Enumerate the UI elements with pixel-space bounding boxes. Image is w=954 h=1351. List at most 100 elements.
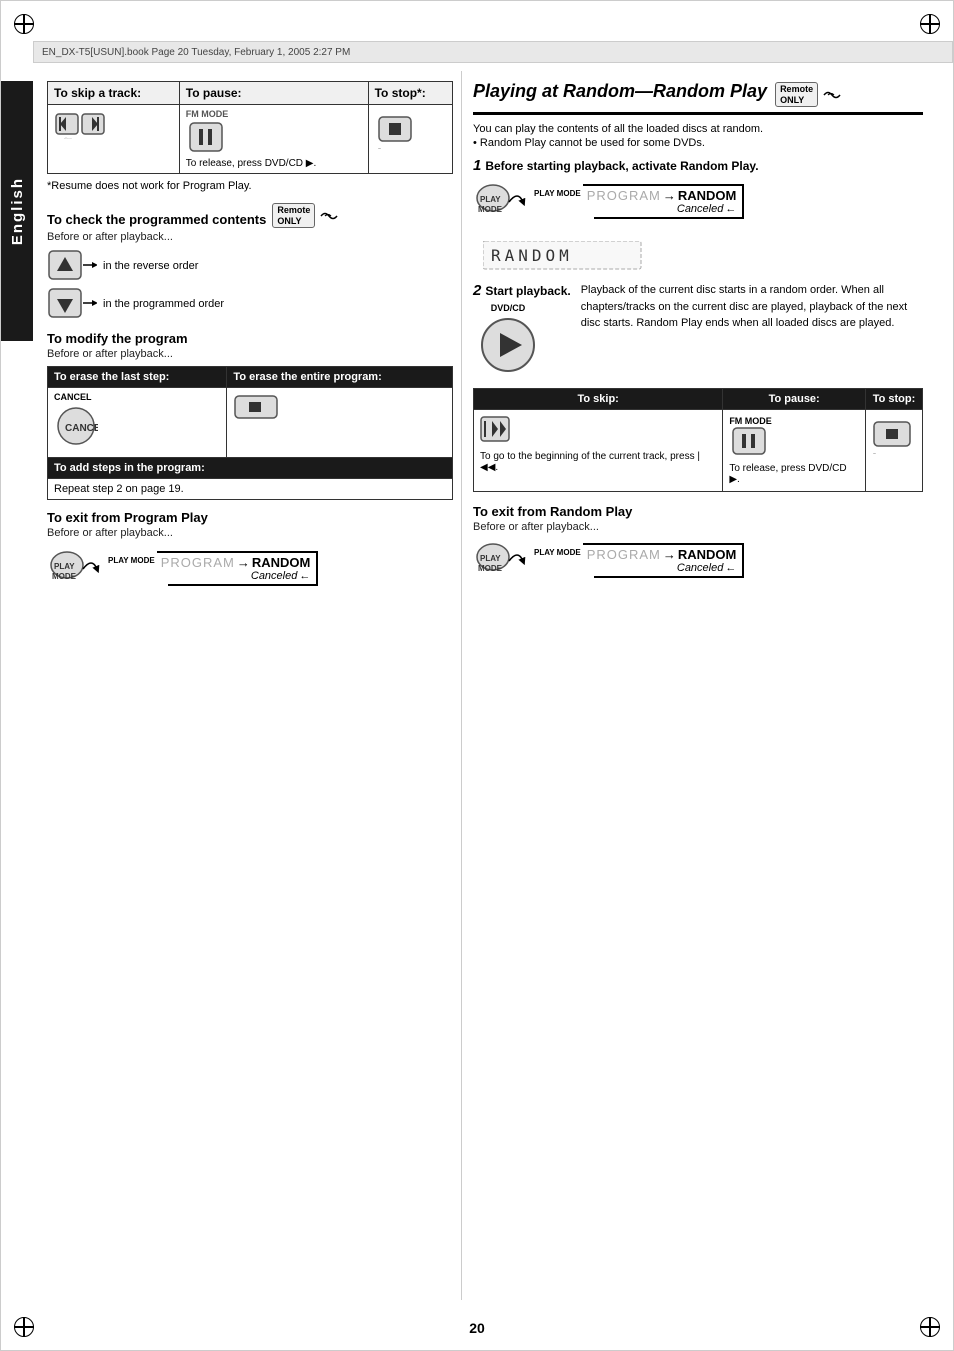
program-text-s1: PROGRAM (587, 188, 661, 203)
dvd-cd-button-icon (478, 315, 538, 375)
skip-buttons-icon: ☞ (54, 109, 114, 139)
svg-text:MODE: MODE (478, 205, 503, 214)
reverse-order-text: in the reverse order (103, 260, 198, 272)
random-text-er: RANDOM (678, 547, 737, 562)
programmed-order-text: in the programmed order (103, 298, 224, 310)
up-button-icon (47, 249, 97, 283)
arrow-exit: → (237, 555, 250, 570)
modify-sub: Before or after playback... (47, 348, 453, 360)
rnd-skip-note: To go to the beginning of the current tr… (480, 451, 716, 473)
step1-text: Before starting playback, activate Rando… (485, 159, 758, 173)
check-sub: Before or after playback... (47, 231, 453, 243)
random-text-s1: RANDOM (678, 188, 737, 203)
rnd-skip-cell: To go to the beginning of the current tr… (474, 410, 723, 492)
erase-all-cell (227, 388, 453, 458)
cancel-button-cell: CANCEL CANCEL (48, 388, 227, 458)
pause-note: To release, press DVD/CD ▶. (186, 158, 362, 169)
fm-mode-label: FM MODE (186, 109, 362, 119)
reg-mark-tr (915, 9, 945, 39)
intro2: • Random Play cannot be used for some DV… (473, 137, 923, 149)
play-mode-hand-icon: PLAY MODE (47, 547, 102, 602)
arrow-er: → (663, 547, 676, 562)
svg-text:CANCEL: CANCEL (65, 423, 98, 434)
exit-program-flow: PLAY MODE PLAY MODE (47, 547, 453, 602)
erase-all-button-icon (233, 392, 283, 422)
step2-description: Playback of the current disc starts in a… (581, 282, 923, 332)
cancel-label: CANCEL (54, 392, 220, 402)
exit-program-sub: Before or after playback... (47, 527, 453, 539)
left-column: To skip a track: To pause: To stop*: (33, 71, 463, 612)
rnd-stop-cell: ☞ (865, 410, 922, 492)
rnd-pause-icon (729, 426, 769, 458)
exit-random-section: To exit from Random Play Before or after… (473, 504, 923, 594)
exit-random-sub: Before or after playback... (473, 521, 923, 533)
col-skip-header: To skip a track: (48, 82, 180, 105)
rnd-stop-icon: ☞ (872, 416, 916, 454)
random-text-exit: RANDOM (252, 555, 311, 570)
rnd-pause-note: To release, press DVD/CD ▶. (729, 463, 859, 485)
sound-waves-icon (319, 207, 341, 225)
back-arrow-er: ← (725, 562, 736, 574)
back-arrow-s1: ← (725, 203, 736, 215)
svg-text:☞: ☞ (872, 451, 882, 454)
check-heading: To check the programmed contents (47, 212, 266, 227)
rnd-skip-icon (480, 416, 512, 444)
random-display-icon: RANDOM (483, 241, 643, 271)
arrow-s1: → (663, 188, 676, 203)
canceled-text-s1: Canceled (677, 203, 723, 215)
svg-text:☞: ☞ (64, 135, 72, 139)
main-title: Playing at Random—Random Play (473, 81, 767, 102)
step2-number: 2 (473, 282, 481, 299)
rnd-skip-header: To skip: (474, 389, 723, 410)
step1-section: 1 Before starting playback, activate Ran… (473, 157, 923, 274)
header-bar: EN_DX-T5[USUN].book Page 20 Tuesday, Feb… (33, 41, 953, 63)
down-button-icon (47, 287, 97, 321)
pause-button-icon (186, 119, 226, 155)
pause-cell: FM MODE To release, press DVD/CD ▶. (179, 105, 368, 174)
reg-mark-br (915, 1312, 945, 1342)
canceled-text-exit: Canceled (251, 570, 297, 582)
programmed-order-row: in the programmed order (47, 287, 453, 321)
step1-hand-icon: PLAY MODE (473, 180, 528, 235)
svg-text:MODE: MODE (52, 572, 77, 581)
svg-text:MODE: MODE (478, 564, 503, 573)
svg-text:☞: ☞ (377, 146, 387, 149)
reverse-order-row: in the reverse order (47, 249, 453, 283)
dvd-cd-label: DVD/CD (473, 303, 543, 313)
check-programmed-section: To check the programmed contents RemoteO… (47, 202, 453, 321)
col-pause-header: To pause: (179, 82, 368, 105)
exit-program-section: To exit from Program Play Before or afte… (47, 510, 453, 602)
modify-heading: To modify the program (47, 331, 453, 346)
random-sps-table: To skip: To pause: To stop: To go to th (473, 388, 923, 492)
play-mode-tag-s1: PLAY MODE (534, 189, 581, 198)
back-arrow-exit: ← (299, 570, 310, 582)
right-column: Playing at Random—Random Play RemoteONLY… (463, 71, 941, 610)
skip-pause-stop-table: To skip a track: To pause: To stop*: (47, 81, 453, 174)
rnd-pause-cell: FM MODE To release, press DVD/CD ▶. (723, 410, 866, 492)
reg-mark-bl (9, 1312, 39, 1342)
program-text-exit: PROGRAM (161, 555, 235, 570)
svg-text:PLAY: PLAY (54, 562, 75, 571)
column-divider (461, 71, 462, 1300)
page-number: 20 (469, 1320, 485, 1336)
modify-program-section: To modify the program Before or after pl… (47, 331, 453, 500)
program-text-er: PROGRAM (587, 547, 661, 562)
erase-entire-header: To erase the entire program: (227, 367, 453, 388)
sidebar-label: English (9, 177, 26, 245)
remote-badge-main: RemoteONLY (775, 82, 818, 108)
step2-section: 2 Start playback. DVD/CD Playback of the… (473, 282, 923, 378)
svg-text:PLAY: PLAY (480, 554, 501, 563)
stop-button-icon: ☞ (375, 109, 415, 149)
cancel-button-icon: CANCEL (54, 404, 98, 448)
play-mode-tag-er: PLAY MODE (534, 548, 581, 557)
intro1: You can play the contents of all the loa… (473, 123, 923, 135)
exit-random-hand-icon: PLAY MODE (473, 539, 528, 594)
stop-cell: ☞ (368, 105, 452, 174)
resume-footnote: *Resume does not work for Program Play. (47, 180, 453, 192)
exit-program-heading: To exit from Program Play (47, 510, 453, 525)
play-mode-tag-exit: PLAY MODE (108, 556, 155, 565)
modify-table: To erase the last step: To erase the ent… (47, 366, 453, 500)
header-text: EN_DX-T5[USUN].book Page 20 Tuesday, Feb… (42, 47, 350, 58)
svg-text:PLAY: PLAY (480, 195, 501, 204)
step1-number: 1 (473, 157, 481, 174)
